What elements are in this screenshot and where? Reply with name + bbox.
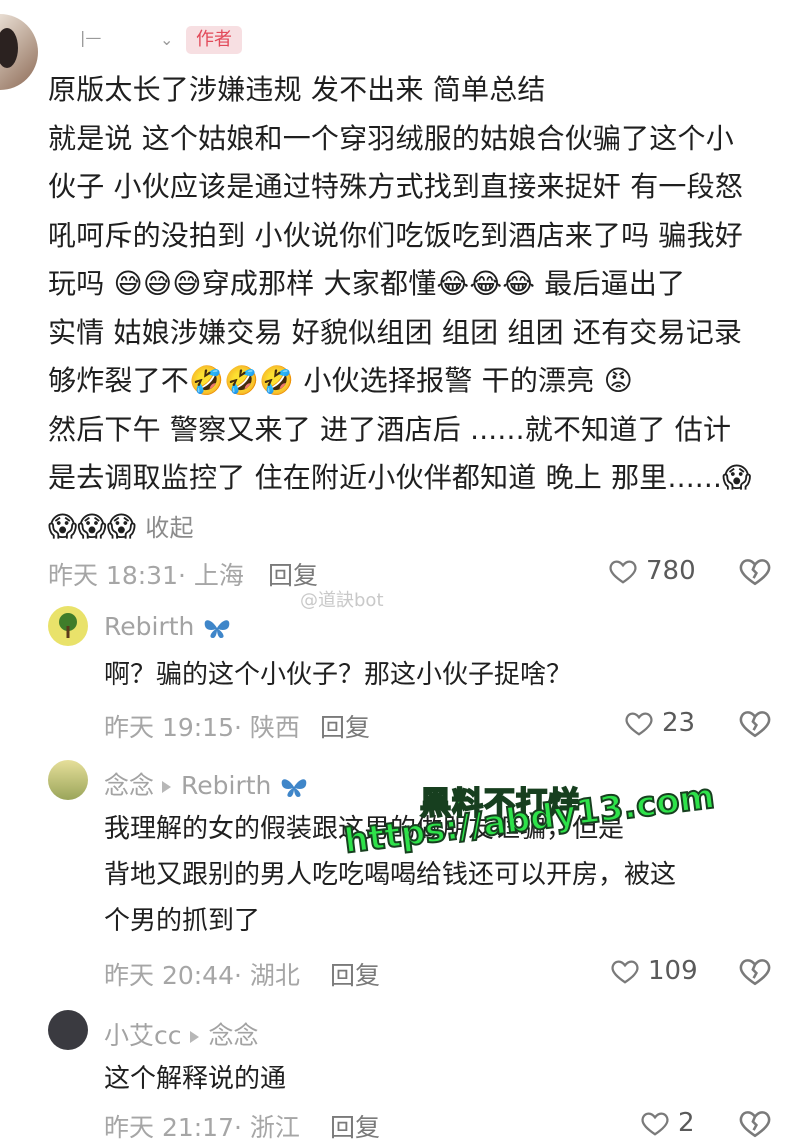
sweat-smile-emoji-icon: 😅: [113, 267, 143, 300]
reply-avatar[interactable]: [48, 606, 88, 646]
dislike-broken-heart-icon[interactable]: [738, 954, 772, 988]
scream-emoji-icon: 😱: [106, 509, 137, 543]
comment-line: 吼呵斥的没拍到 小伙说你们吃饭吃到酒店来了吗 骗我好: [48, 218, 744, 252]
reply-text: 这个解释说的通: [104, 1064, 287, 1094]
comment-meta: 昨天 18:31· 上海: [48, 561, 244, 590]
author-badge: 作者: [186, 26, 242, 54]
tears-of-joy-emoji-icon: 😂: [469, 267, 503, 300]
comment-line-text: 小伙选择报警 干的漂亮: [303, 364, 595, 397]
tree-icon: [59, 613, 77, 638]
butterfly-icon: [282, 779, 307, 797]
comment-line: 然后下午 警察又来了 进了酒店后 ......就不知道了 估计: [48, 412, 732, 446]
reply-meta: 昨天 20:44· 湖北: [104, 961, 300, 990]
scream-emoji-icon: 😱: [48, 509, 78, 543]
reply-username-text: 小艾cc: [104, 1021, 182, 1050]
comment-line: 玩吗 😅😅😅穿成那样 大家都懂😂😂😂 最后逼出了: [48, 260, 788, 309]
reply-avatar[interactable]: [48, 760, 88, 800]
reply-button[interactable]: 回复: [330, 956, 380, 992]
like-heart-icon[interactable]: [640, 1108, 670, 1138]
author-avatar[interactable]: [0, 14, 38, 90]
comment-line: 实情 姑娘涉嫌交易 好貌似组团 组团 组团 还有交易记录: [48, 315, 743, 349]
weibo-watermark: @道訣bot: [300, 590, 384, 611]
dislike-broken-heart-icon[interactable]: [738, 1106, 772, 1140]
reply-username-text: 念念: [104, 771, 155, 800]
reply-meta: 昨天 21:17· 浙江: [104, 1113, 300, 1142]
comment-line-text: 够炸裂了不: [48, 364, 190, 397]
collapse-link[interactable]: 收起: [145, 514, 193, 542]
comment-line-text: 是去调取监控了 住在附近小伙伴都知道 晚上 那里......: [48, 461, 723, 494]
reply-text: 啊？骗的这个小伙子？那这小伙子捉啥？: [104, 660, 573, 690]
reply-arrow-icon: [162, 781, 172, 793]
comment-line-text: 玩吗: [48, 267, 105, 300]
chevron-down-icon: ⌄: [160, 30, 174, 49]
comment-line-text: 最后逼出了: [544, 267, 686, 300]
sweat-smile-emoji-icon: 😅: [142, 267, 173, 300]
tears-of-joy-emoji-icon: 😂: [436, 267, 470, 300]
comment-line-text: 穿成那样 大家都懂: [201, 267, 437, 300]
butterfly-icon: [205, 620, 230, 638]
dislike-broken-heart-icon[interactable]: [738, 554, 772, 588]
scream-emoji-icon: 😱: [722, 461, 752, 494]
reply-username[interactable]: Rebirth: [104, 612, 232, 641]
reply-username[interactable]: 念念 Rebirth: [104, 766, 309, 802]
reply-to-name: Rebirth: [181, 771, 272, 800]
reply-avatar[interactable]: [48, 1010, 88, 1050]
reply-meta: 昨天 19:15· 陕西: [104, 713, 300, 742]
like-heart-icon[interactable]: [608, 556, 638, 586]
comment-line: 原版太长了涉嫌违规 发不出来 简单总结: [48, 73, 546, 106]
reply-arrow-icon: [189, 1031, 199, 1043]
angry-emoji-icon: 😡: [603, 364, 633, 397]
like-count: 23: [662, 708, 696, 738]
dislike-broken-heart-icon[interactable]: [738, 706, 772, 740]
author-username[interactable]: |—: [80, 28, 170, 50]
reply-text-line: 个男的抓到了: [104, 906, 261, 936]
scream-emoji-icon: 😱: [77, 509, 107, 543]
reply-text-line: 背地又跟别的男人吃吃喝喝给钱还可以开房，被这: [104, 860, 677, 890]
reply-button[interactable]: 回复: [330, 1108, 380, 1144]
reply-button[interactable]: 回复: [320, 708, 370, 744]
reply-to-name: 念念: [208, 1021, 259, 1050]
rofl-emoji-icon: 🤣: [224, 364, 260, 397]
like-count: 109: [648, 956, 698, 986]
comment-line: 😱😱😱 收起: [48, 503, 788, 553]
comment-line: 够炸裂了不🤣🤣🤣 小伙选择报警 干的漂亮 😡: [48, 357, 788, 406]
sweat-smile-emoji-icon: 😅: [172, 267, 202, 300]
like-count: 780: [646, 556, 696, 586]
reply-username[interactable]: 小艾cc 念念: [104, 1016, 259, 1052]
like-heart-icon[interactable]: [624, 708, 654, 738]
comment-body: 原版太长了涉嫌违规 发不出来 简单总结 就是说 这个姑娘和一个穿羽绒服的姑娘合伙…: [48, 66, 788, 552]
comment-line: 就是说 这个姑娘和一个穿羽绒服的姑娘合伙骗了这个小: [48, 121, 734, 155]
rofl-emoji-icon: 🤣: [189, 364, 225, 397]
rofl-emoji-icon: 🤣: [259, 364, 295, 397]
comment-line: 是去调取监控了 住在附近小伙伴都知道 晚上 那里......😱: [48, 454, 788, 503]
like-heart-icon[interactable]: [610, 956, 640, 986]
reply-username-text: Rebirth: [104, 612, 195, 641]
comment-line: 伙子 小伙应该是通过特殊方式找到直接来捉奸 有一段怒: [48, 170, 744, 203]
like-count: 2: [678, 1108, 695, 1138]
tears-of-joy-emoji-icon: 😂: [502, 267, 536, 300]
